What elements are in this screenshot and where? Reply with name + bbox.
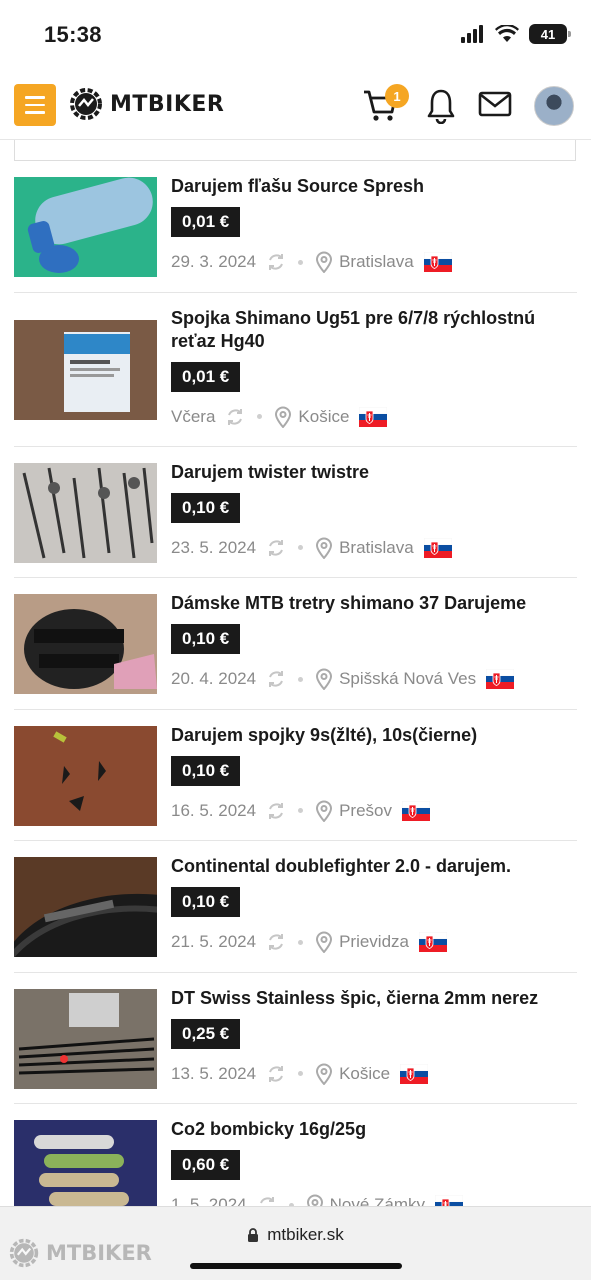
item-thumbnail[interactable] xyxy=(14,462,157,563)
location-pin-icon xyxy=(316,668,333,690)
site-header: MTBIKER 1 xyxy=(0,72,591,140)
refresh-icon xyxy=(269,1065,284,1082)
refresh-icon xyxy=(269,539,284,556)
signal-icon xyxy=(461,25,483,43)
list-item[interactable]: DT Swiss Stainless špic, čierna 2mm nere… xyxy=(14,973,577,1104)
item-price: 0,01 € xyxy=(171,207,241,237)
item-date: Včera xyxy=(171,406,216,426)
item-title[interactable]: Darujem spojky 9s(žlté), 10s(čierne) xyxy=(171,724,577,747)
location-pin-icon xyxy=(316,931,333,953)
item-thumbnail[interactable] xyxy=(14,594,157,694)
list-item[interactable]: Dámske MTB tretry shimano 37 Darujeme 0,… xyxy=(14,578,577,710)
slovakia-flag-icon xyxy=(423,537,452,558)
user-avatar[interactable] xyxy=(534,86,574,126)
item-date: 20. 4. 2024 xyxy=(171,669,257,688)
menu-button[interactable] xyxy=(14,84,56,126)
mail-icon[interactable] xyxy=(478,90,512,118)
item-location: Bratislava xyxy=(339,537,414,557)
item-location: Košice xyxy=(339,1063,391,1083)
item-location: Košice xyxy=(298,406,350,426)
browser-bottom-bar: MTBIKER mtbiker.sk xyxy=(0,1206,591,1280)
address-bar[interactable]: mtbiker.sk xyxy=(0,1225,591,1245)
location-pin-icon xyxy=(316,251,333,273)
item-price: 0,60 € xyxy=(171,1150,241,1180)
refresh-icon xyxy=(228,408,243,425)
slovakia-flag-icon xyxy=(359,406,388,427)
slovakia-flag-icon xyxy=(400,1063,429,1084)
item-price: 0,10 € xyxy=(171,887,241,917)
item-thumbnail[interactable] xyxy=(14,177,157,277)
location-pin-icon xyxy=(275,406,292,428)
item-date: 23. 5. 2024 xyxy=(171,537,257,557)
item-price: 0,10 € xyxy=(171,492,241,523)
item-location: Bratislava xyxy=(339,252,414,271)
item-date: 29. 3. 2024 xyxy=(171,252,257,271)
item-title[interactable]: Co2 bombicky 16g/25g xyxy=(171,1118,577,1141)
item-title[interactable]: Darujem fľašu Source Spresh xyxy=(171,175,577,198)
location-pin-icon xyxy=(316,537,333,559)
list-item[interactable]: Spojka Shimano Ug51 pre 6/7/8 rýchlostnú… xyxy=(14,293,577,447)
listing: Darujem fľašu Source Spresh 0,01 € 29. 3… xyxy=(0,161,591,1236)
refresh-icon xyxy=(269,934,284,950)
refresh-icon xyxy=(269,254,284,270)
location-pin-icon xyxy=(316,800,333,822)
battery-level: 41 xyxy=(540,26,556,42)
status-bar: 15:38 41 xyxy=(0,0,591,72)
list-item[interactable]: Continental doublefighter 2.0 - darujem.… xyxy=(14,841,577,973)
list-item[interactable]: Darujem fľašu Source Spresh 0,01 € 29. 3… xyxy=(14,161,577,293)
item-date: 16. 5. 2024 xyxy=(171,800,257,820)
lock-icon xyxy=(248,1227,259,1242)
logo-text: MTBIKER xyxy=(110,91,225,117)
item-title[interactable]: Darujem twister twistre xyxy=(171,461,577,484)
item-price: 0,10 € xyxy=(171,755,241,786)
item-thumbnail[interactable] xyxy=(14,988,157,1089)
item-location: Prievidza xyxy=(339,932,409,951)
slovakia-flag-icon xyxy=(423,252,452,272)
location-pin-icon xyxy=(316,1063,333,1085)
item-location: Spišská Nová Ves xyxy=(339,669,477,688)
item-price: 0,01 € xyxy=(171,361,241,392)
page-url: mtbiker.sk xyxy=(267,1225,344,1244)
item-price: 0,25 € xyxy=(171,1018,241,1049)
refresh-icon xyxy=(269,671,284,687)
status-icons: 41 xyxy=(461,24,571,44)
search-strip xyxy=(14,140,576,161)
item-title[interactable]: Continental doublefighter 2.0 - darujem. xyxy=(171,855,577,878)
slovakia-flag-icon xyxy=(486,669,515,689)
status-time: 15:38 xyxy=(44,22,102,47)
battery-indicator: 41 xyxy=(529,24,571,44)
item-date: 21. 5. 2024 xyxy=(171,932,257,951)
item-price: 0,10 € xyxy=(171,624,241,654)
logo-gear-icon xyxy=(70,88,102,120)
list-item[interactable]: Darujem spojky 9s(žlté), 10s(čierne) 0,1… xyxy=(14,710,577,841)
site-logo[interactable]: MTBIKER xyxy=(68,86,224,122)
refresh-icon xyxy=(269,802,284,819)
item-thumbnail[interactable] xyxy=(14,857,157,957)
slovakia-flag-icon xyxy=(402,800,430,821)
item-thumbnail[interactable] xyxy=(14,319,157,420)
item-location: Prešov xyxy=(339,800,392,820)
item-thumbnail[interactable] xyxy=(14,725,157,826)
bell-icon[interactable] xyxy=(426,88,456,124)
item-date: 13. 5. 2024 xyxy=(171,1063,257,1083)
wifi-icon xyxy=(495,25,519,42)
cart-count-badge: 1 xyxy=(385,84,409,108)
home-indicator[interactable] xyxy=(190,1263,402,1269)
item-thumbnail[interactable] xyxy=(14,1120,157,1220)
item-title[interactable]: DT Swiss Stainless špic, čierna 2mm nere… xyxy=(171,987,577,1010)
item-title[interactable]: Spojka Shimano Ug51 pre 6/7/8 rýchlostnú… xyxy=(171,307,577,353)
item-title[interactable]: Dámske MTB tretry shimano 37 Darujeme xyxy=(171,592,577,615)
list-item[interactable]: Darujem twister twistre 0,10 € 23. 5. 20… xyxy=(14,447,577,578)
slovakia-flag-icon xyxy=(419,932,447,952)
